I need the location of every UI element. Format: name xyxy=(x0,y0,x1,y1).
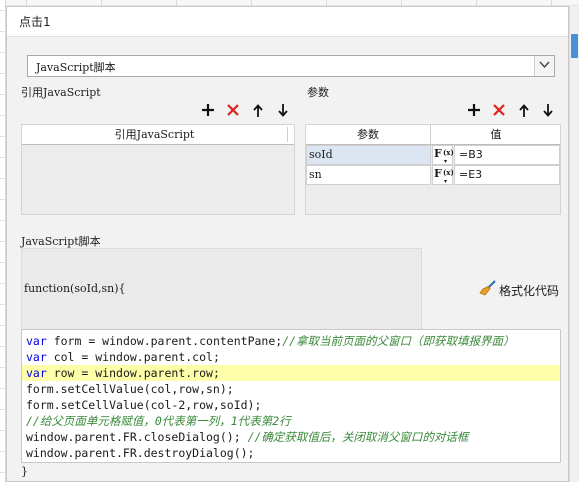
param-name-column-header: 参数 xyxy=(306,125,431,144)
dialog-window: 点击1 JavaScript脚本 引用JavaScript 引用JavaScri… xyxy=(6,6,569,482)
dialog-title: 点击1 xyxy=(19,15,51,29)
formula-icon[interactable]: F (x) ▾ xyxy=(432,145,454,165)
move-up-library-button[interactable] xyxy=(249,101,267,119)
param-name-cell[interactable]: soId xyxy=(306,145,431,165)
param-value-column-header: 值 xyxy=(490,128,502,141)
add-icon xyxy=(468,104,480,116)
column-divider xyxy=(287,127,288,142)
format-code-button[interactable]: 格式化代码 xyxy=(479,279,567,299)
param-value-cell[interactable]: =E3 xyxy=(454,165,560,185)
code-text: col = window.parent.col; xyxy=(46,350,220,364)
code-line[interactable]: form.setCellValue(col-2,row,soId); xyxy=(22,397,560,413)
code-text: window.parent.FR.destroyDialog(); xyxy=(26,446,255,460)
add-icon xyxy=(202,104,214,116)
move-down-param-button[interactable] xyxy=(539,101,557,119)
move-up-icon xyxy=(253,103,263,117)
code-comment: //确定获取值后，关闭取消父窗口的对话框 xyxy=(247,430,469,444)
add-library-button[interactable] xyxy=(199,101,217,119)
add-param-button[interactable] xyxy=(465,101,483,119)
params-table-header: 参数 值 xyxy=(306,125,560,145)
params-table[interactable]: 参数 值 soId F (x) ▾ =B3 sn F (x) ▾ =E3 xyxy=(305,124,561,215)
delete-icon xyxy=(493,104,505,116)
code-line[interactable]: var row = window.parent.row; xyxy=(22,365,560,381)
code-line[interactable]: //给父页面单元格赋值，0代表第一列，1代表第2行 xyxy=(22,413,560,429)
code-comment: //拿取当前页面的父窗口（即获取填报界面） xyxy=(282,334,515,348)
move-up-icon xyxy=(519,103,529,117)
dialog-titlebar[interactable]: 点击1 xyxy=(7,7,568,37)
formula-icon[interactable]: F (x) ▾ xyxy=(432,165,454,185)
code-line[interactable]: var col = window.parent.col; xyxy=(22,349,560,365)
param-row[interactable]: soId F (x) ▾ =B3 xyxy=(306,145,560,165)
code-keyword: var xyxy=(26,334,47,348)
library-section-label: 引用JavaScript xyxy=(21,86,101,99)
library-table-header: 引用JavaScript xyxy=(22,125,294,145)
code-text: form.setCellValue(col-2,row,soId); xyxy=(26,398,262,412)
param-row[interactable]: sn F (x) ▾ =E3 xyxy=(306,165,560,185)
move-down-library-button[interactable] xyxy=(274,101,292,119)
code-comment: //给父页面单元格赋值，0代表第一列，1代表第2行 xyxy=(26,414,291,428)
code-line[interactable]: form.setCellValue(col,row,sn); xyxy=(22,381,560,397)
scrollbar-thumb[interactable] xyxy=(571,34,578,58)
background-scrollbar[interactable] xyxy=(569,6,579,482)
chevron-down-icon[interactable] xyxy=(534,56,554,76)
delete-library-button[interactable] xyxy=(224,101,242,119)
code-keyword: var xyxy=(26,350,47,364)
delete-icon xyxy=(227,104,239,116)
function-closing-brace: } xyxy=(21,465,28,478)
library-column-header: 引用JavaScript xyxy=(114,128,195,141)
move-down-icon xyxy=(278,103,288,117)
code-keyword: var xyxy=(26,366,47,380)
function-signature: function(soId,sn){ xyxy=(24,282,126,295)
code-editor[interactable]: var form = window.parent.contentPane;//拿… xyxy=(21,329,561,463)
broom-icon xyxy=(479,280,496,296)
code-text: form = window.parent.contentPane; xyxy=(46,334,283,348)
function-signature-area: function(soId,sn){ xyxy=(21,248,422,330)
script-section-label: JavaScript脚本 xyxy=(21,235,101,248)
script-type-select[interactable]: JavaScript脚本 xyxy=(27,55,555,77)
code-text: form.setCellValue(col,row,sn); xyxy=(26,382,234,396)
library-table[interactable]: 引用JavaScript xyxy=(21,124,295,215)
code-text: row = window.parent.row; xyxy=(46,366,220,380)
code-line[interactable]: window.parent.FR.closeDialog(); //确定获取值后… xyxy=(22,429,560,445)
code-line[interactable]: var form = window.parent.contentPane;//拿… xyxy=(22,333,560,349)
params-section-label: 参数 xyxy=(307,86,329,99)
code-text: window.parent.FR.closeDialog(); xyxy=(26,430,248,444)
delete-param-button[interactable] xyxy=(490,101,508,119)
format-code-label: 格式化代码 xyxy=(499,284,560,298)
move-up-param-button[interactable] xyxy=(515,101,533,119)
script-type-value: JavaScript脚本 xyxy=(36,61,116,74)
param-name-cell[interactable]: sn xyxy=(306,165,431,185)
code-line[interactable]: window.parent.FR.destroyDialog(); xyxy=(22,445,560,461)
move-down-icon xyxy=(543,103,553,117)
param-value-cell[interactable]: =B3 xyxy=(454,145,560,165)
